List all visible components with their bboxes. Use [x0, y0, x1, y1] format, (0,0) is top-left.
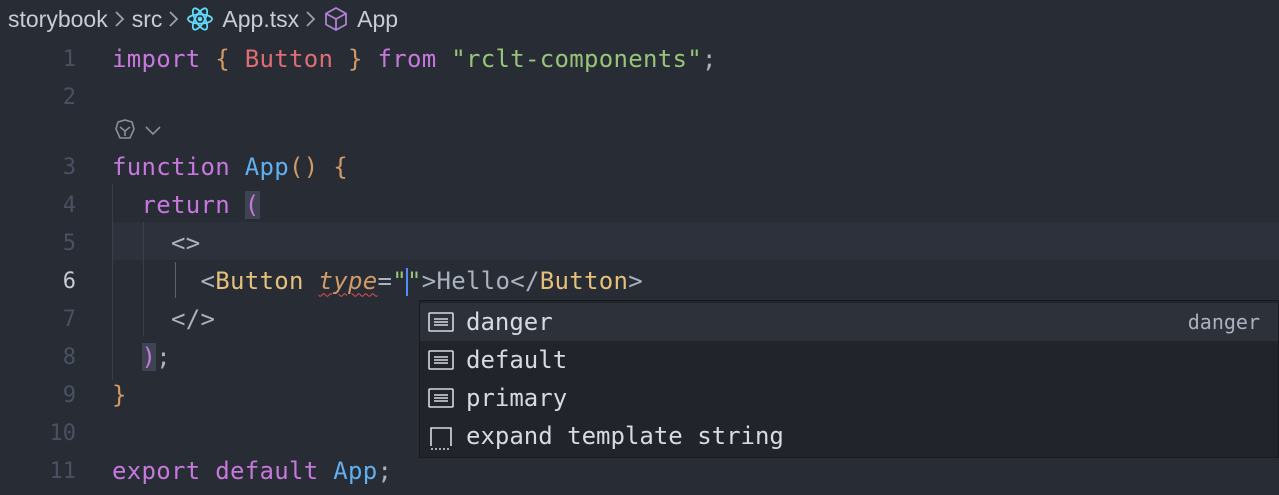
code-text: </>: [171, 305, 216, 333]
code-text: );: [141, 343, 171, 371]
autocomplete-suggest-widget[interactable]: danger danger default primary expand tem…: [419, 300, 1279, 458]
breadcrumb-item-app-symbol[interactable]: App: [323, 6, 398, 33]
text-enum-icon: [428, 312, 454, 332]
suggestion-item-danger[interactable]: danger danger: [420, 303, 1278, 341]
code-text: return (: [141, 191, 260, 219]
breadcrumb-item-app-tsx[interactable]: App.tsx: [186, 6, 299, 33]
text-enum-icon: [428, 388, 454, 408]
chevron-right-icon: [168, 9, 180, 29]
code-text: export default App;: [112, 457, 393, 485]
line-number: 1: [62, 46, 76, 72]
chevron-right-icon: [114, 9, 126, 29]
code-text: <Button type="">Hello</Button>: [200, 266, 643, 296]
snippet-icon: [428, 426, 454, 450]
copilot-codelens[interactable]: [112, 113, 162, 151]
code-line[interactable]: 5 <>: [0, 224, 1279, 262]
code-text: function App() {: [112, 153, 348, 181]
breadcrumb-item-src[interactable]: src: [132, 6, 163, 33]
suggestion-item-primary[interactable]: primary: [420, 379, 1278, 417]
line-number: 7: [62, 306, 76, 332]
cube-icon: [323, 6, 349, 32]
chevron-down-icon[interactable]: [144, 123, 162, 142]
code-text: import { Button } from "rclt-components"…: [112, 45, 717, 73]
copilot-icon[interactable]: [112, 118, 138, 146]
line-number: 9: [62, 382, 76, 408]
suggestion-item-default[interactable]: default: [420, 341, 1278, 379]
code-line[interactable]: 3 function App() {: [0, 148, 1279, 186]
attribute-error-squiggle: type: [318, 266, 378, 295]
code-line[interactable]: 2: [0, 78, 1279, 116]
line-number: 3: [62, 154, 76, 180]
line-number: 10: [49, 420, 77, 446]
chevron-right-icon: [305, 9, 317, 29]
code-line[interactable]: 4 return (: [0, 186, 1279, 224]
code-text: <>: [171, 229, 201, 257]
breadcrumb: storybook src App.tsx App: [0, 0, 1279, 38]
line-number: 8: [62, 344, 76, 370]
suggestion-item-expand-template-string[interactable]: expand template string: [420, 417, 1278, 455]
react-icon: [186, 6, 214, 32]
code-text: }: [112, 381, 127, 409]
line-number: 2: [62, 84, 76, 110]
breadcrumb-item-storybook[interactable]: storybook: [8, 6, 108, 33]
code-line-active[interactable]: 6 <Button type="">Hello</Button>: [0, 262, 1279, 300]
code-line[interactable]: 1 import { Button } from "rclt-component…: [0, 40, 1279, 78]
line-number: 5: [62, 230, 76, 256]
line-number: 4: [62, 192, 76, 218]
line-number: 11: [49, 458, 77, 484]
line-number: 6: [62, 268, 76, 294]
text-enum-icon: [428, 350, 454, 370]
